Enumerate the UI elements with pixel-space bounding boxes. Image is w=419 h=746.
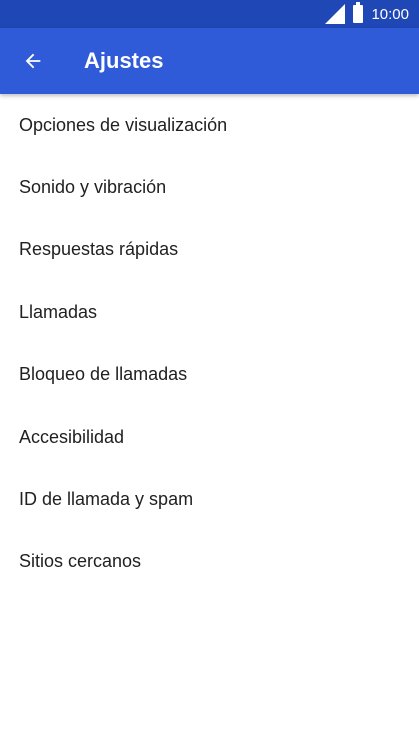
status-time: 10:00 bbox=[371, 5, 409, 23]
back-button[interactable] bbox=[18, 46, 48, 76]
settings-list: Opciones de visualización Sonido y vibra… bbox=[0, 94, 419, 593]
status-icons: 10:00 bbox=[325, 0, 409, 28]
signal-icon bbox=[325, 4, 346, 24]
app-bar: Ajustes bbox=[0, 28, 419, 94]
settings-item-display-options[interactable]: Opciones de visualización bbox=[0, 94, 419, 156]
settings-item-sound-vibration[interactable]: Sonido y vibración bbox=[0, 156, 419, 218]
page-title: Ajustes bbox=[84, 48, 164, 73]
settings-item-calls[interactable]: Llamadas bbox=[0, 281, 419, 343]
settings-item-call-blocking[interactable]: Bloqueo de llamadas bbox=[0, 344, 419, 406]
status-bar: 10:00 bbox=[0, 0, 419, 28]
settings-item-caller-id-spam[interactable]: ID de llamada y spam bbox=[0, 468, 419, 530]
settings-item-quick-responses[interactable]: Respuestas rápidas bbox=[0, 219, 419, 281]
settings-item-accessibility[interactable]: Accesibilidad bbox=[0, 406, 419, 468]
settings-item-nearby-places[interactable]: Sitios cercanos bbox=[0, 531, 419, 593]
battery-icon bbox=[353, 2, 364, 23]
arrow-left-icon bbox=[25, 53, 41, 69]
